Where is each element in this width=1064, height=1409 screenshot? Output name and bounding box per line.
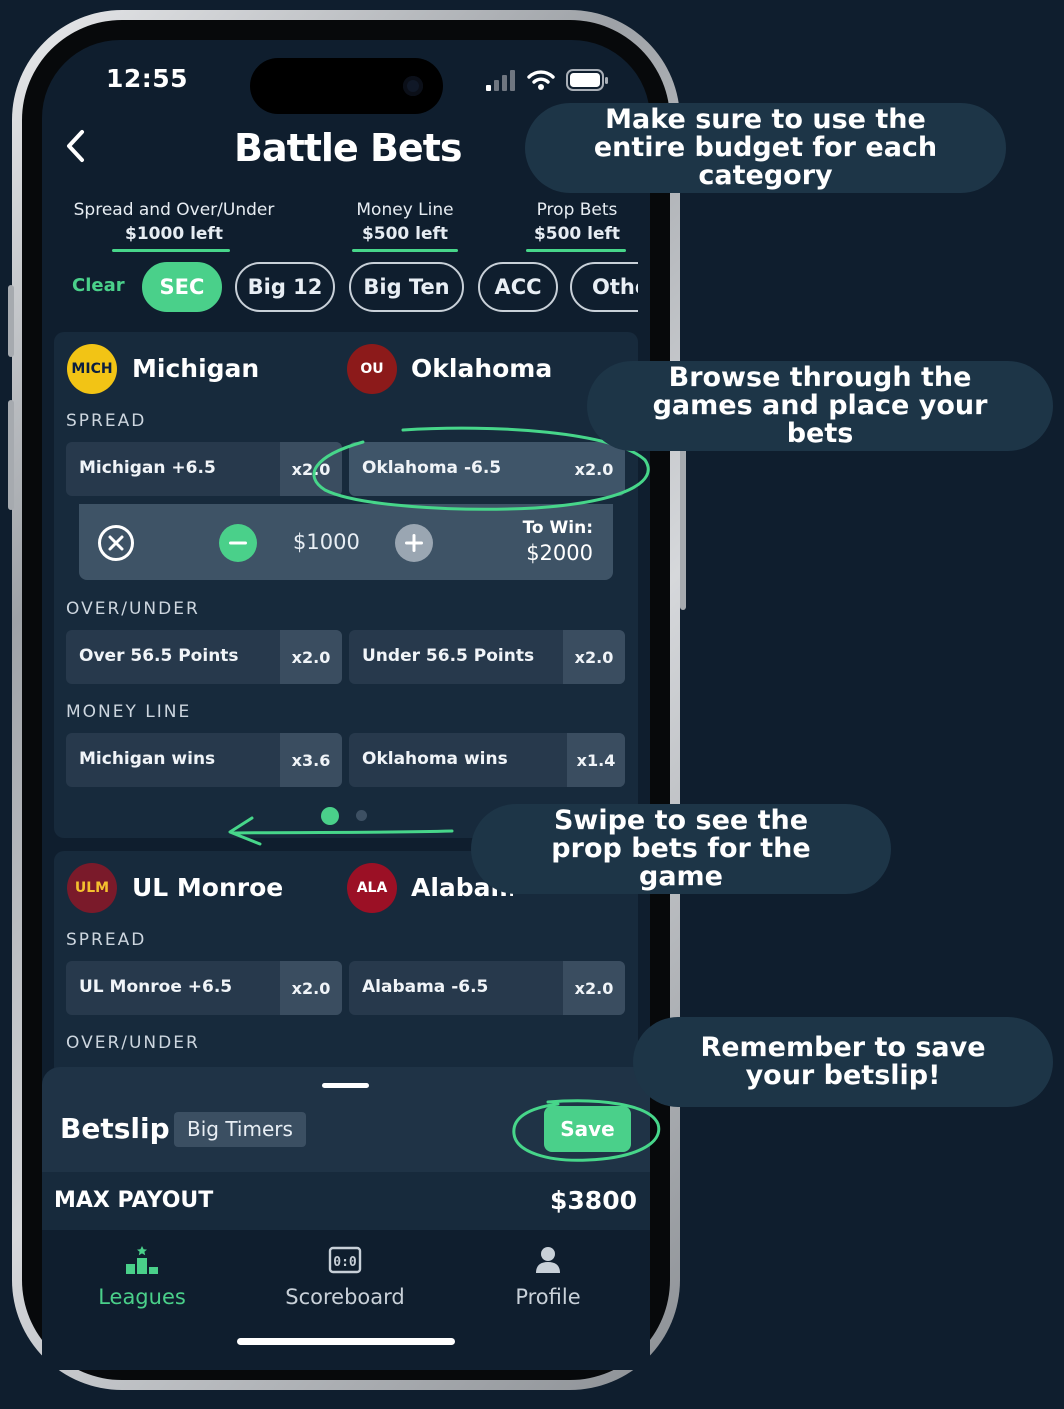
section-label: OVER/UNDER: [66, 1033, 200, 1053]
bet-option[interactable]: Alabama -6.5 x2.0: [349, 961, 625, 1015]
app-logo: Battle Bets: [234, 126, 462, 170]
svg-text:0:0: 0:0: [333, 1255, 357, 1270]
bet-odds: x2.0: [563, 630, 625, 684]
bet-odds: x2.0: [563, 961, 625, 1015]
team-logo: ALA: [347, 863, 397, 913]
bet-label: Over 56.5 Points: [79, 646, 239, 666]
highlight-underline: [112, 249, 230, 252]
highlight-underline: [352, 249, 458, 252]
team-name: Michigan: [132, 354, 260, 383]
remove-bet-button[interactable]: [97, 524, 135, 566]
bet-option[interactable]: Oklahoma wins x1.4: [349, 733, 625, 787]
to-win-label: To Win:: [522, 518, 593, 538]
bet-odds: x2.0: [280, 630, 342, 684]
section-label: OVER/UNDER: [66, 599, 200, 619]
callout-text: Browse through the games and place your …: [652, 362, 988, 449]
betslip-title: Betslip: [60, 1112, 170, 1145]
team-logo: OU: [347, 344, 397, 394]
team-logo: MICH: [67, 344, 117, 394]
budget-label: Spread and Over/Under: [73, 200, 275, 220]
callout-text: Remember to save your betslip!: [700, 1032, 986, 1091]
chip-big-ten[interactable]: Big Ten: [349, 262, 464, 312]
budget-label: Money Line: [356, 200, 454, 220]
decrease-stake-button[interactable]: [218, 523, 258, 567]
callout-save: Remember to save your betslip!: [633, 1017, 1053, 1107]
bet-option[interactable]: UL Monroe +6.5 x2.0: [66, 961, 342, 1015]
budget-amount: $500 left: [533, 224, 621, 244]
bet-option[interactable]: Over 56.5 Points x2.0: [66, 630, 342, 684]
bet-label: Under 56.5 Points: [362, 646, 535, 666]
callout-text: Swipe to see the prop bets for the game: [551, 805, 811, 892]
chip-big-12[interactable]: Big 12: [235, 262, 335, 312]
to-win-amount: $2000: [526, 541, 593, 565]
chip-other[interactable]: Othe: [570, 262, 638, 312]
podium-icon: [126, 1246, 158, 1274]
tab-label: Profile: [515, 1285, 581, 1309]
chip-clip: Othe: [570, 262, 638, 312]
budget-props: Prop Bets $500 left: [512, 200, 642, 244]
signal-icon: [486, 70, 515, 91]
battery-icon: [566, 69, 608, 91]
team-name: UL Monroe: [132, 873, 284, 902]
tab-scoreboard[interactable]: 0:0 Scoreboard: [275, 1245, 415, 1309]
bet-label: Alabama -6.5: [362, 977, 489, 997]
tab-profile[interactable]: Profile: [488, 1245, 608, 1309]
bet-label: Oklahoma wins: [362, 749, 508, 769]
chip-sec[interactable]: SEC: [142, 262, 222, 312]
clear-filter-button[interactable]: Clear: [72, 275, 125, 296]
swipe-arrow-icon: [228, 816, 454, 846]
budget-label: Prop Bets: [536, 200, 618, 220]
callout-text: Make sure to use the entire budget for e…: [593, 104, 938, 191]
chevron-left-icon: [67, 130, 84, 162]
plus-icon: [395, 524, 433, 562]
budget-amount: $1000 left: [125, 224, 223, 244]
bet-label: UL Monroe +6.5: [79, 977, 233, 997]
status-time: 12:55: [106, 64, 189, 93]
stake-amount: $1000: [293, 530, 360, 554]
user-icon: [536, 1247, 560, 1273]
side-button: [8, 285, 14, 357]
highlight-underline: [526, 249, 626, 252]
team-logo: ULM: [67, 863, 117, 913]
max-payout-value: $3800: [550, 1186, 637, 1215]
section-label: SPREAD: [66, 930, 147, 950]
sheet-drag-handle[interactable]: [322, 1083, 369, 1088]
section-label: SPREAD: [66, 411, 147, 431]
tab-leagues[interactable]: Leagues: [82, 1245, 202, 1309]
betslip-group-tag: Big Timers: [174, 1112, 306, 1147]
callout-budget: Make sure to use the entire budget for e…: [525, 103, 1006, 193]
bet-odds: x3.6: [280, 733, 342, 787]
camera-icon: [403, 76, 423, 96]
tab-label: Scoreboard: [285, 1285, 405, 1309]
budget-moneyline: Money Line $500 left: [330, 200, 480, 244]
bet-odds: x2.0: [280, 961, 342, 1015]
increase-stake-button[interactable]: [394, 523, 434, 567]
max-payout-label: MAX PAYOUT: [54, 1188, 214, 1213]
home-indicator: [237, 1338, 455, 1345]
bet-label: Michigan +6.5: [79, 458, 216, 478]
callout-browse: Browse through the games and place your …: [587, 361, 1053, 451]
team-name: Oklahoma: [411, 354, 553, 383]
section-label: MONEY LINE: [66, 702, 192, 722]
dynamic-island: [250, 58, 443, 114]
budget-amount: $500 left: [361, 224, 449, 244]
callout-swipe: Swipe to see the prop bets for the game: [471, 804, 891, 894]
back-button[interactable]: [64, 128, 88, 174]
close-circle-icon: [98, 525, 134, 561]
side-button: [8, 400, 14, 510]
chip-acc[interactable]: ACC: [478, 262, 558, 312]
bet-option[interactable]: Under 56.5 Points x2.0: [349, 630, 625, 684]
bet-label: Michigan wins: [79, 749, 216, 769]
wifi-icon: [527, 70, 555, 90]
bet-odds: x1.4: [567, 733, 625, 787]
budget-spread: Spread and Over/Under $1000 left: [64, 200, 284, 244]
scoreboard-icon: 0:0: [328, 1246, 362, 1274]
bet-option[interactable]: Michigan +6.5 x2.0: [66, 442, 342, 496]
highlight-circle: [512, 1099, 661, 1162]
bet-option[interactable]: Michigan wins x3.6: [66, 733, 342, 787]
tab-label: Leagues: [98, 1285, 186, 1309]
minus-icon: [219, 524, 257, 562]
